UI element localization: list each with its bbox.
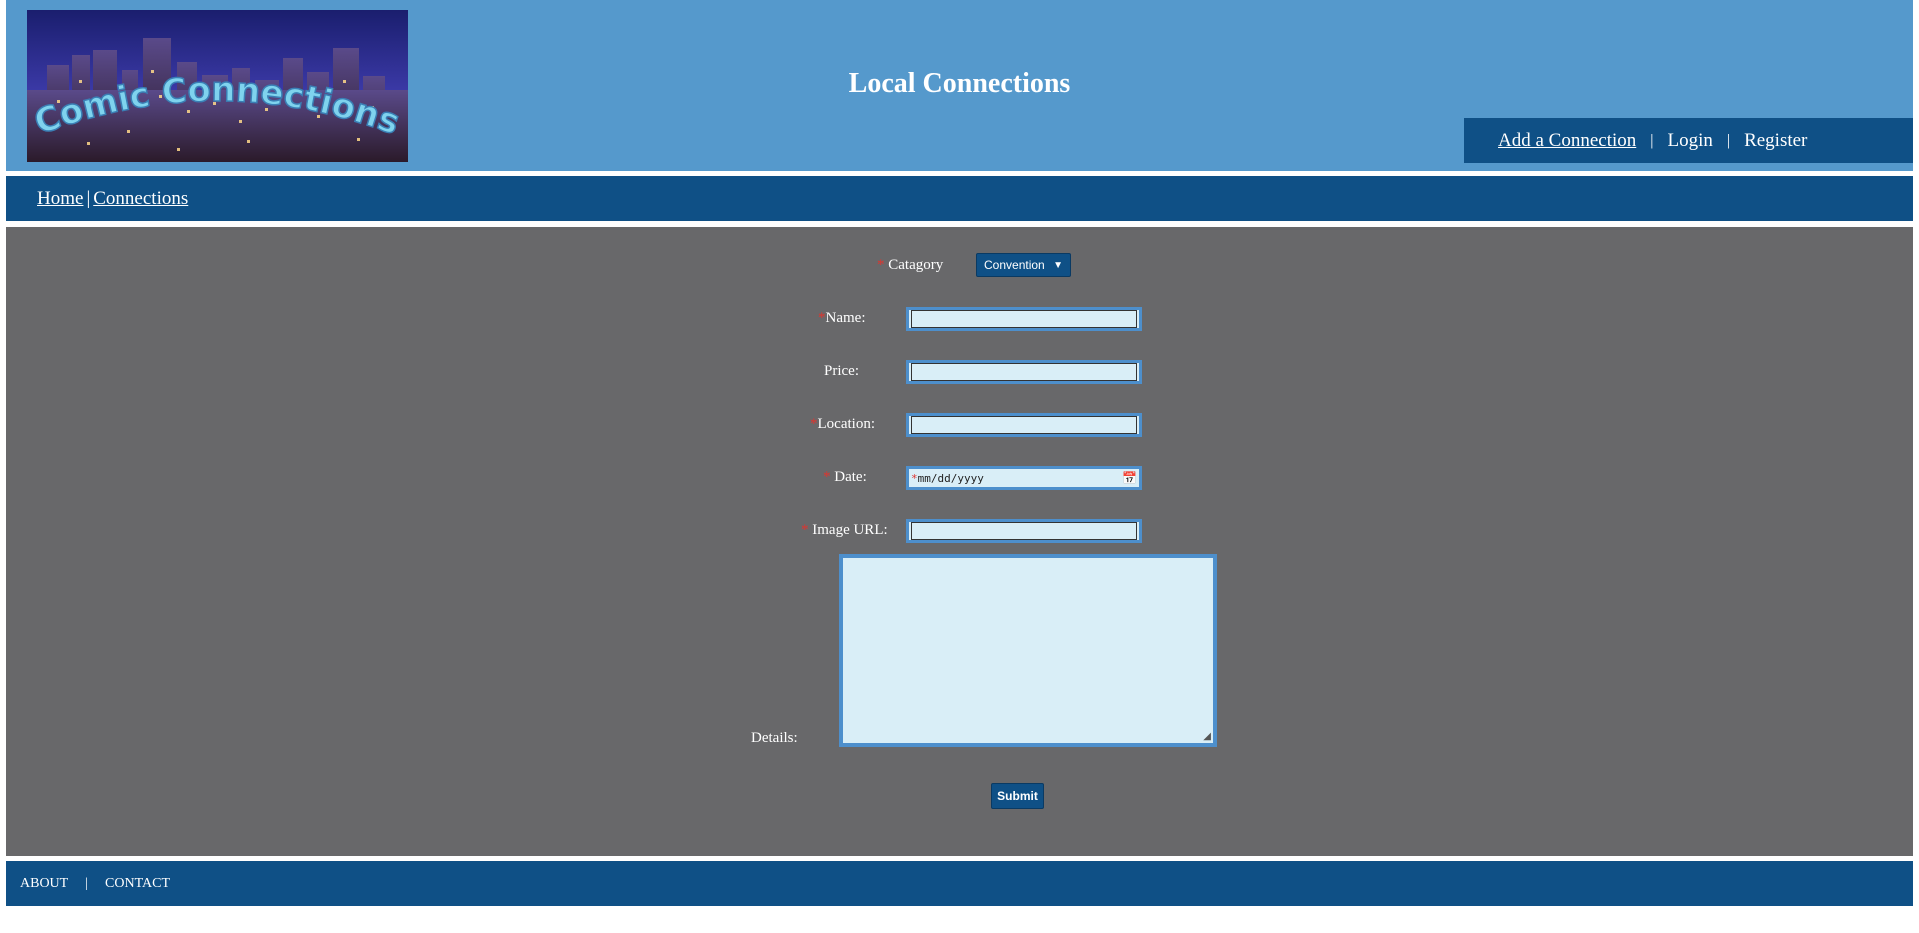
name-input-box[interactable] — [911, 310, 1137, 328]
nav-separator: | — [1726, 131, 1731, 149]
category-label: * Catagory — [877, 256, 943, 274]
nav-separator: | — [1650, 131, 1654, 149]
register-link[interactable]: Register — [1744, 130, 1807, 152]
image-url-input[interactable] — [906, 519, 1142, 543]
image-url-input-box[interactable] — [911, 522, 1137, 540]
price-label: Price: — [824, 363, 859, 379]
category-label-text: Catagory — [888, 257, 944, 273]
category-select[interactable]: Convention ▼ — [976, 253, 1071, 277]
contact-link[interactable]: CONTACT — [105, 876, 170, 892]
breadcrumb-connections-link[interactable]: Connections — [93, 188, 188, 210]
login-link[interactable]: Login — [1667, 130, 1712, 152]
required-marker: * — [818, 310, 826, 326]
calendar-icon[interactable]: 📅 — [1122, 471, 1137, 485]
required-marker: * — [810, 416, 818, 432]
resize-handle-icon[interactable]: ◢ — [1203, 731, 1211, 742]
name-input[interactable] — [906, 307, 1142, 331]
category-selected-value: Convention — [984, 258, 1045, 272]
about-link[interactable]: ABOUT — [20, 876, 68, 892]
page-title: Local Connections — [848, 68, 1071, 99]
breadcrumb-separator: | — [86, 187, 91, 209]
breadcrumb: Home | Connections — [6, 176, 1913, 221]
footer-separator: | — [85, 875, 89, 891]
date-label: * Date: — [823, 468, 867, 486]
name-label-text: Name: — [825, 310, 866, 326]
chevron-down-icon: ▼ — [1053, 259, 1063, 271]
required-marker: * — [823, 469, 831, 485]
image-url-label: * Image URL: — [801, 521, 888, 539]
image-url-label-text: Image URL: — [812, 522, 888, 538]
details-label: Details: — [751, 730, 798, 746]
location-input[interactable] — [906, 413, 1142, 437]
submit-button[interactable]: Submit — [991, 783, 1044, 809]
date-label-text: Date: — [834, 469, 867, 485]
location-label: *Location: — [810, 415, 875, 433]
date-placeholder: mm/dd/yyyy — [917, 471, 984, 485]
name-label: *Name: — [818, 309, 865, 327]
connection-form: * Catagory Convention ▼ *Name: Price: *L… — [6, 227, 1913, 856]
location-label-text: Location: — [817, 416, 875, 432]
add-connection-link[interactable]: Add a Connection — [1498, 130, 1636, 152]
site-footer: ABOUT | CONTACT — [6, 861, 1913, 906]
user-nav: Add a Connection | Login | Register — [1464, 118, 1913, 163]
details-textarea[interactable]: ◢ — [839, 554, 1217, 747]
price-input-box[interactable] — [911, 363, 1137, 381]
required-marker: * — [877, 257, 885, 273]
required-marker: * — [911, 471, 918, 485]
breadcrumb-home-link[interactable]: Home — [37, 188, 83, 210]
date-input[interactable]: * mm/dd/yyyy 📅 — [906, 466, 1142, 490]
price-input[interactable] — [906, 360, 1142, 384]
location-input-box[interactable] — [911, 416, 1137, 434]
required-marker: * — [801, 522, 809, 538]
site-header: Comic Connections Local Connections Add … — [6, 0, 1913, 171]
